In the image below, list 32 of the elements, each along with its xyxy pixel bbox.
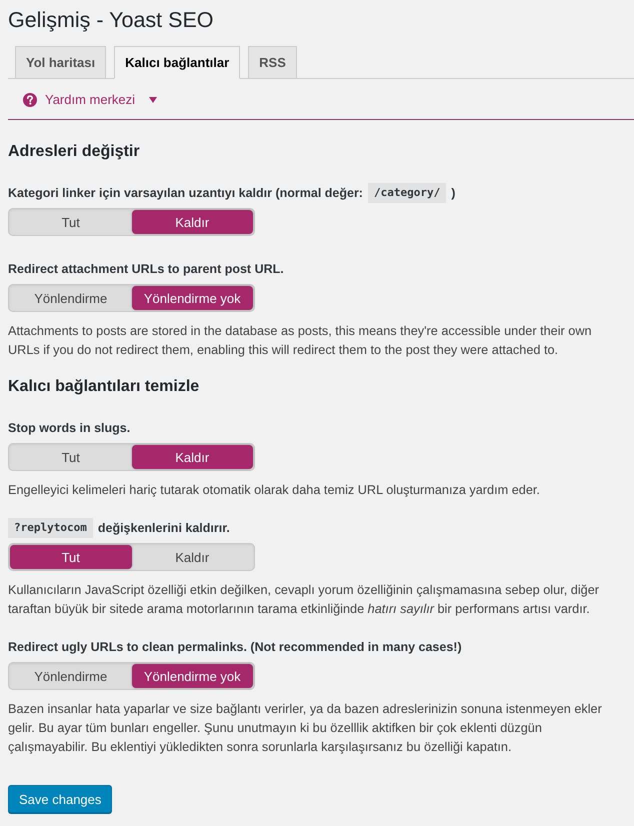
setting-label: Redirect attachment URLs to parent post URL.: [8, 261, 284, 278]
setting-description: Attachments to posts are stored in the database as posts, this means they're accessible under their own URLs if you do not redirect them, enabling this will redirect them to the post they were attached to.: [8, 323, 593, 359]
help-center-toggle[interactable]: Yardım merkezi: [23, 90, 158, 110]
setting-description: Bazen insanlar hata yaparlar ve size bağlantı verirler, ya da bazen adreslerinizin sonuna istenmeyen ekler gelir. Bu ayar tüm bunları engeller. Şunu unutmayın ki bu özelllik aktifken bir çok eklenti düzgün çalışmayabilir. Bu eklentiyi yükledikten sonra sorunlarla karşılaşırsanız bu özelliği kapatın.: [8, 701, 603, 756]
help-icon: [23, 93, 37, 107]
toggle-option[interactable]: Kaldır: [132, 210, 253, 234]
setting-label: Redirect ugly URLs to clean permalinks. (Not recommended in many cases!): [8, 639, 462, 656]
tab[interactable]: RSS: [248, 46, 297, 79]
page-title: Gelişmiş - Yoast SEO: [8, 7, 215, 34]
setting-description: Engelleyici kelimeleri hariç tutarak otomatik olarak daha temiz URL oluşturmanıza yardım eder.: [8, 482, 541, 499]
tab[interactable]: Kalıcı bağlantılar: [114, 46, 240, 79]
toggle-option[interactable]: Kaldır: [132, 445, 253, 469]
toggle-option[interactable]: Kaldır: [132, 545, 253, 569]
code-snippet: /category/: [368, 183, 446, 203]
toggle-option[interactable]: Yönlendirme yok: [132, 286, 253, 310]
toggle-option[interactable]: Tut: [10, 210, 132, 234]
setting-label: ): [451, 185, 456, 202]
toggle-option[interactable]: Yönlendirme: [10, 664, 132, 688]
toggle-option[interactable]: Yönlendirme: [10, 286, 132, 310]
caret-icon: [149, 97, 158, 103]
save-changes-button[interactable]: Save changes: [8, 785, 112, 813]
section-heading: Adresleri değiştir: [8, 142, 141, 162]
toggle-option[interactable]: Tut: [10, 445, 132, 469]
toggle-option[interactable]: Yönlendirme yok: [132, 664, 253, 688]
code-snippet: ?replytocom: [8, 518, 93, 538]
setting-description: Kullanıcıların JavaScript özelliği etkin değilken, cevaplı yorum özelliğinin çalışmamasına sebep olur, diğer taraftan büyük bir sitede arama motorlarının tarama etkinliğinde hatırı sayılır bir performans artısı vardır.: [8, 582, 600, 618]
section-heading: Kalıcı bağlantıları temizle: [8, 377, 200, 397]
setting-label: değişkenlerini kaldırır.: [98, 520, 230, 537]
tab[interactable]: Yol haritası: [15, 46, 106, 79]
toggle-option[interactable]: Tut: [10, 545, 132, 569]
setting-label: Stop words in slugs.: [8, 420, 130, 437]
setting-label: Kategori linker için varsayılan uzantıyı kaldır (normal değer:: [8, 185, 363, 202]
